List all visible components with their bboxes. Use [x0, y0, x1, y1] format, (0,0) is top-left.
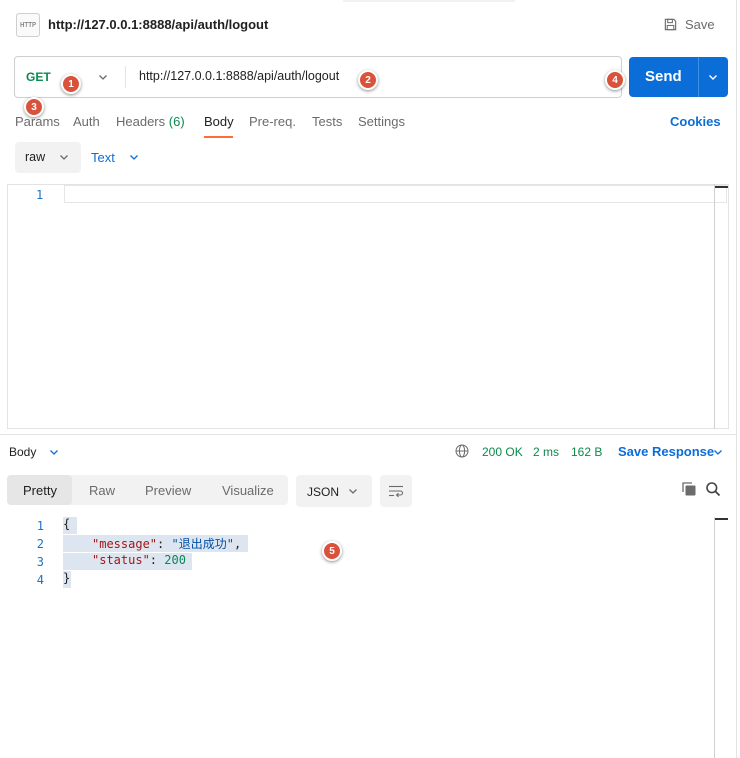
json-key: "status" [92, 553, 150, 567]
send-divider [698, 57, 699, 97]
response-size[interactable]: 162 B [571, 445, 602, 459]
request-body-editor[interactable] [7, 184, 729, 429]
json-brace: } [63, 571, 71, 585]
json-number-value: 200 [164, 553, 186, 567]
save-response-button[interactable]: Save Response [618, 444, 714, 459]
method-selector[interactable]: GET [26, 70, 51, 84]
chevron-down-icon[interactable] [97, 71, 109, 83]
tab-body[interactable]: Body [204, 114, 234, 129]
response-scrollbar-thumb[interactable] [715, 518, 728, 520]
annotation-marker: 1 [61, 74, 81, 94]
save-button[interactable]: Save [663, 17, 715, 32]
code-line[interactable]: { [63, 517, 77, 534]
body-format-select[interactable]: Text [91, 150, 115, 165]
line-number: 1 [36, 519, 44, 533]
code-line[interactable]: } [63, 571, 71, 588]
active-line[interactable] [64, 185, 727, 203]
chevron-down-icon[interactable] [58, 151, 70, 163]
response-format-label[interactable]: JSON [307, 485, 339, 499]
json-comma: , [233, 537, 242, 551]
globe-icon[interactable] [455, 444, 469, 458]
view-raw[interactable]: Raw [89, 483, 115, 498]
search-icon[interactable] [705, 481, 721, 497]
response-time[interactable]: 2 ms [533, 445, 559, 459]
line-number: 1 [36, 188, 44, 202]
chevron-down-icon[interactable] [48, 446, 60, 458]
tab-settings[interactable]: Settings [358, 114, 405, 129]
top-tab-strip [343, 0, 515, 2]
editor-scrollbar-thumb[interactable] [715, 186, 728, 188]
annotation-marker: 2 [358, 70, 378, 90]
code-line[interactable]: "status": 200 [63, 553, 192, 570]
json-key: "message" [92, 537, 158, 551]
send-options-chevron-icon[interactable] [707, 71, 719, 83]
panel-border [736, 0, 737, 758]
code-line[interactable]: "message": "退出成功", [63, 535, 248, 552]
url-divider [125, 66, 126, 88]
json-colon: : [149, 553, 165, 567]
view-visualize[interactable]: Visualize [222, 483, 274, 498]
tab-pre-request[interactable]: Pre-req. [249, 114, 296, 129]
headers-count: (6) [168, 114, 185, 129]
view-preview[interactable]: Preview [145, 483, 191, 498]
status-code[interactable]: 200 OK [482, 445, 523, 459]
json-colon: : [157, 537, 172, 551]
active-tab-indicator [204, 136, 233, 138]
copy-icon[interactable] [681, 481, 697, 497]
response-scrollbar[interactable] [714, 517, 715, 758]
json-string-value: "退出成功" [171, 537, 234, 551]
line-number: 2 [36, 537, 44, 551]
chevron-down-icon[interactable] [712, 446, 724, 458]
tab-headers[interactable]: Headers (6) [116, 114, 185, 129]
chevron-down-icon[interactable] [347, 485, 359, 497]
chevron-down-icon[interactable] [128, 151, 140, 163]
annotation-marker: 3 [24, 97, 44, 117]
cookies-link[interactable]: Cookies [670, 114, 721, 129]
http-file-icon: HTTP [16, 13, 40, 37]
annotation-marker: 5 [322, 541, 342, 561]
json-brace: { [63, 517, 71, 531]
save-label: Save [685, 17, 715, 32]
wrap-lines-button[interactable] [380, 475, 412, 507]
send-label[interactable]: Send [645, 68, 682, 85]
tab-headers-label: Headers [116, 114, 166, 129]
tab-auth[interactable]: Auth [73, 114, 100, 129]
line-number: 4 [36, 573, 44, 587]
wrap-lines-icon [389, 485, 404, 498]
editor-scrollbar[interactable] [714, 184, 715, 429]
response-section-select[interactable]: Body [9, 445, 36, 459]
pane-divider[interactable] [0, 434, 737, 435]
request-title[interactable]: http://127.0.0.1:8888/api/auth/logout [48, 17, 268, 32]
view-pretty[interactable]: Pretty [23, 483, 57, 498]
save-icon [664, 18, 677, 31]
annotation-marker: 4 [605, 70, 625, 90]
tab-tests[interactable]: Tests [312, 114, 342, 129]
url-input[interactable]: http://127.0.0.1:8888/api/auth/logout [139, 69, 339, 83]
body-mode-label[interactable]: raw [25, 150, 45, 164]
line-number: 3 [36, 555, 44, 569]
